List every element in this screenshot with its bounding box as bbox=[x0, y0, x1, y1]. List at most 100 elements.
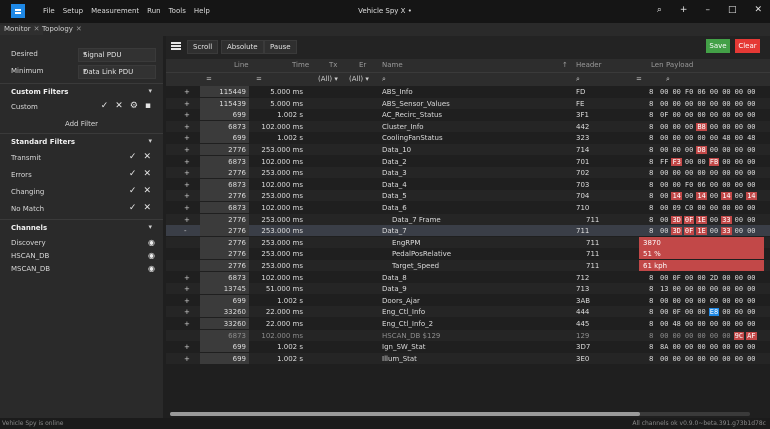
expand-toggle[interactable]: - bbox=[184, 227, 187, 235]
tab-topology[interactable]: Topology ✕ bbox=[38, 25, 86, 35]
table-row[interactable]: +33260 22.000 ms Eng_Ctl_Info 444 8 00 0F 00 00 E… bbox=[166, 306, 770, 318]
time-filter[interactable]: = bbox=[256, 75, 262, 83]
scroll-button[interactable]: Scroll bbox=[187, 40, 219, 54]
expand-toggle[interactable]: + bbox=[184, 88, 190, 96]
er-filter-select[interactable]: (All) ▾ bbox=[349, 75, 369, 83]
tab-monitor[interactable]: Monitor ✕ bbox=[0, 25, 44, 35]
close-tab-icon[interactable]: ✕ bbox=[76, 25, 82, 33]
check-icon[interactable]: ✓ bbox=[129, 169, 137, 179]
table-row[interactable]: +115449 5.000 ms ABS_Info FD 8 00 00 F0 06 00 00 00… bbox=[166, 86, 770, 97]
desired-select[interactable]: Signal PDU ▾ bbox=[78, 48, 156, 62]
expand-toggle[interactable]: + bbox=[184, 181, 190, 189]
tx-filter-select[interactable]: (All) ▾ bbox=[318, 75, 338, 83]
table-row[interactable]: +2776 253.000 ms Data_7 Frame 711 8 00 3D 0F 1E 0… bbox=[166, 213, 770, 225]
check-icon[interactable]: ✓ bbox=[129, 152, 137, 162]
scrollbar-thumb[interactable] bbox=[170, 412, 640, 416]
table-row[interactable]: +6873 102.000 ms Data_8 712 8 00 0F 00 00 2D 00 00 0… bbox=[166, 271, 770, 283]
column-time[interactable]: Time bbox=[292, 61, 309, 69]
expand-toggle[interactable]: + bbox=[184, 123, 190, 131]
clear-button[interactable]: Clear bbox=[735, 39, 760, 53]
expand-toggle[interactable]: + bbox=[184, 297, 190, 305]
trash-icon[interactable]: ▪ bbox=[145, 101, 151, 111]
column-header[interactable]: Header bbox=[576, 61, 602, 69]
column-tx[interactable]: Tx bbox=[329, 61, 337, 69]
eye-icon[interactable]: ◉ bbox=[148, 264, 155, 273]
expand-toggle[interactable]: + bbox=[184, 355, 190, 363]
table-row[interactable]: +115439 5.000 ms ABS_Sensor_Values FE 8 00 00 0… bbox=[166, 97, 770, 109]
check-icon[interactable]: ✓ bbox=[129, 186, 137, 196]
expand-toggle[interactable]: + bbox=[184, 100, 190, 108]
table-row[interactable]: +2776 253.000 ms Data_5 704 8 00 14 00 14 00 14 00 1… bbox=[166, 190, 770, 202]
column-len[interactable]: Len bbox=[651, 61, 664, 69]
table-row[interactable]: +2776 253.000 ms Data_3 702 8 00 00 00 00 00 00 00 0… bbox=[166, 167, 770, 179]
expand-toggle[interactable]: + bbox=[184, 134, 190, 142]
expand-toggle[interactable]: + bbox=[184, 320, 190, 328]
standard-filters-header[interactable]: Standard Filters ▾ bbox=[0, 133, 163, 150]
save-button[interactable]: Save bbox=[706, 39, 730, 53]
expand-toggle[interactable]: + bbox=[184, 111, 190, 119]
expand-toggle[interactable]: + bbox=[184, 192, 190, 200]
standard-filter-errors[interactable]: Errors ✓ ✕ bbox=[0, 167, 163, 183]
column-line[interactable]: Line bbox=[234, 61, 249, 69]
close-icon[interactable]: ✕ bbox=[143, 186, 151, 196]
column-er[interactable]: Er bbox=[359, 61, 366, 69]
channels-header[interactable]: Channels ▾ bbox=[0, 219, 163, 236]
table-row[interactable]: +699 1.002 s Illum_Stat 3E0 8 00 00 00 00 00 00 00 0… bbox=[166, 352, 770, 364]
table-row[interactable]: +699 1.002 s CoolingFanStatus 323 8 00 00 00 00 0… bbox=[166, 132, 770, 144]
close-icon[interactable]: ✕ bbox=[143, 169, 151, 179]
horizontal-scrollbar[interactable] bbox=[170, 412, 750, 416]
eye-icon[interactable]: ◉ bbox=[148, 251, 155, 260]
search-icon[interactable]: ⌕ bbox=[657, 5, 662, 15]
table-row[interactable]: +6873 102.000 ms Cluster_Info 442 8 00 00 00 B8 0… bbox=[166, 120, 770, 132]
eye-icon[interactable]: ◉ bbox=[148, 238, 155, 247]
close-icon[interactable]: ✕ bbox=[754, 5, 762, 15]
custom-filter-row[interactable]: Custom ✓ ✕ ⚙ ▪ bbox=[0, 99, 163, 115]
maximize-icon[interactable]: □ bbox=[728, 5, 737, 15]
expand-toggle[interactable]: + bbox=[184, 274, 190, 282]
table-row[interactable]: +13745 51.000 ms Data_9 713 8 13 00 00 00 00 00 00 0… bbox=[166, 283, 770, 295]
add-icon[interactable]: + bbox=[680, 5, 688, 15]
table-row[interactable]: +6873 102.000 ms Data_6 710 8 00 09 C0 00 00 00 00 0… bbox=[166, 202, 770, 213]
channel-mscan-db[interactable]: MSCAN_DB ◉ bbox=[0, 261, 163, 277]
absolute-button[interactable]: Absolute bbox=[221, 40, 264, 54]
standard-filter-transmit[interactable]: Transmit ✓ ✕ bbox=[0, 150, 163, 166]
expand-toggle[interactable]: + bbox=[184, 308, 190, 316]
expand-toggle[interactable]: + bbox=[184, 216, 190, 224]
table-row[interactable]: 2776 253.000 ms PedalPosRelative 711 51 % bbox=[166, 248, 770, 260]
table-row[interactable]: +6873 102.000 ms Data_2 701 8 FF F3 00 00 FB 00 00 0… bbox=[166, 155, 770, 167]
table-row[interactable]: +699 1.002 s AC_Recirc_Status 3F1 8 0F 00 00 00 0… bbox=[166, 109, 770, 121]
expand-toggle[interactable]: + bbox=[184, 343, 190, 351]
table-row[interactable]: 6873 102.000 ms HSCAN_DB $129 129 8 00 00 00 00 0… bbox=[166, 329, 770, 341]
custom-filters-header[interactable]: Custom Filters ▾ bbox=[0, 83, 163, 100]
sort-up-icon[interactable]: ↑ bbox=[562, 61, 568, 69]
table-row[interactable]: +2776 253.000 ms Data_10 714 8 00 00 00 D8 00 00 00… bbox=[166, 144, 770, 155]
table-row[interactable]: 2776 253.000 ms Target_Speed 711 61 kph bbox=[166, 260, 770, 271]
hamburger-menu-icon[interactable] bbox=[171, 42, 181, 44]
add-filter-button[interactable]: Add Filter bbox=[0, 120, 163, 128]
column-name[interactable]: Name bbox=[382, 61, 403, 69]
close-icon[interactable]: ✕ bbox=[143, 152, 151, 162]
expand-toggle[interactable]: + bbox=[184, 169, 190, 177]
expand-toggle[interactable]: + bbox=[184, 285, 190, 293]
pause-button[interactable]: Pause bbox=[264, 40, 297, 54]
expand-toggle[interactable]: + bbox=[184, 158, 190, 166]
table-row[interactable]: -2776 253.000 ms Data_7 711 8 00 3D 0F 1E 00 33 00 0… bbox=[166, 225, 770, 237]
name-filter-search-icon[interactable]: ⌕ bbox=[382, 75, 386, 84]
table-row[interactable]: +699 1.002 s Ign_SW_Stat 3D7 8 8A 00 00 00 00 00 00… bbox=[166, 341, 770, 353]
expand-toggle[interactable]: + bbox=[184, 146, 190, 154]
minimize-icon[interactable]: – bbox=[705, 5, 710, 15]
check-icon[interactable]: ✓ bbox=[101, 101, 109, 111]
expand-toggle[interactable]: + bbox=[184, 204, 190, 212]
check-icon[interactable]: ✓ bbox=[129, 203, 137, 213]
payload-filter-search-icon[interactable]: ⌕ bbox=[666, 75, 670, 84]
table-row[interactable]: +699 1.002 s Doors_Ajar 3AB 8 00 00 00 00 00 00 00 0… bbox=[166, 294, 770, 306]
table-row[interactable]: +33260 22.000 ms Eng_Ctl_Info_2 445 8 00 48 00 0… bbox=[166, 318, 770, 329]
header-filter-search-icon[interactable]: ⌕ bbox=[576, 75, 580, 84]
gear-icon[interactable]: ⚙ bbox=[130, 101, 138, 111]
minimum-select[interactable]: Data Link PDU ▾ bbox=[78, 65, 156, 79]
table-row[interactable]: 2776 253.000 ms EngRPM 711 3870 bbox=[166, 236, 770, 248]
standard-filter-changing[interactable]: Changing ✓ ✕ bbox=[0, 184, 163, 200]
close-icon[interactable]: ✕ bbox=[143, 203, 151, 213]
close-icon[interactable]: ✕ bbox=[115, 101, 123, 111]
column-payload[interactable]: Payload bbox=[666, 61, 693, 69]
